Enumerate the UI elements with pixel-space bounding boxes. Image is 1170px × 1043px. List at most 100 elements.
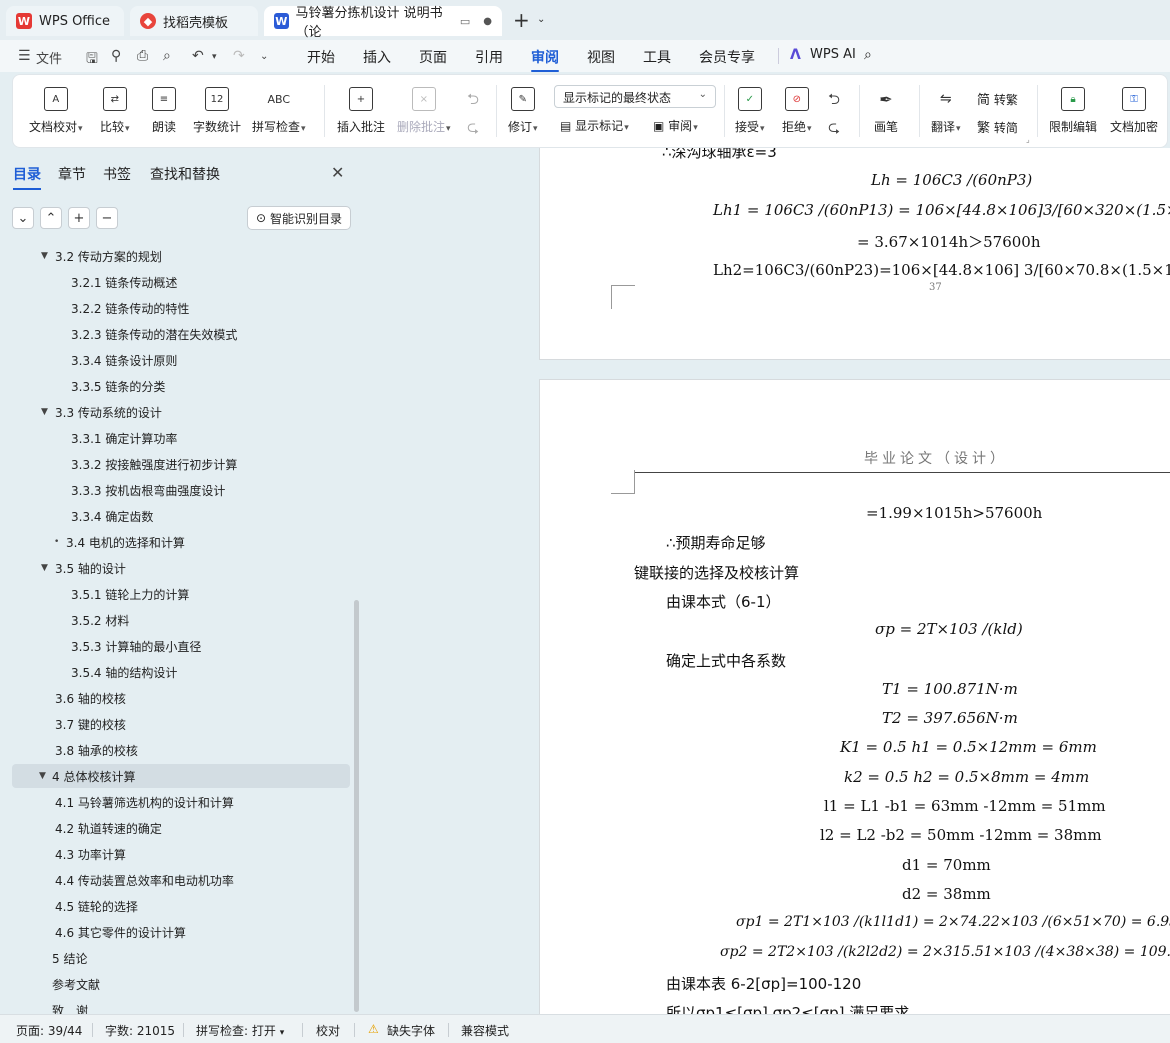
toc-item[interactable]: 3.7 键的校核 <box>12 712 350 736</box>
toc-item[interactable]: ▼ 3.3 传动系统的设计 <box>12 400 350 424</box>
toc-item[interactable]: 3.3.2 按接触强度进行初步计算 <box>12 452 350 476</box>
previous-change-icon[interactable]: ⮌ <box>828 89 840 114</box>
smart-toc-button[interactable]: ⊙ 智能识别目录 <box>247 206 351 230</box>
hamburger-icon[interactable]: ☰ <box>18 48 31 64</box>
menu-member[interactable]: 会员专享 <box>699 47 755 67</box>
translate-button[interactable]: ⇋ 翻译▾ <box>931 87 961 135</box>
toc-item[interactable]: 致 谢 <box>12 998 350 1015</box>
caret-down-icon[interactable]: ▼ <box>41 407 53 417</box>
previous-comment-icon[interactable]: ⮌ <box>467 89 479 114</box>
search-icon[interactable]: ⌕ <box>864 47 872 63</box>
toc-item[interactable]: 参考文献 <box>12 972 350 996</box>
word-count-button[interactable]: 12 字数统计 <box>193 87 241 135</box>
page-indicator[interactable]: 页面: 39/44 <box>16 1022 82 1039</box>
delete-comment-button[interactable]: × 删除批注▾ <box>397 87 451 135</box>
toc-item[interactable]: ▼ 3.2 传动方案的规划 <box>12 244 350 268</box>
toc-item[interactable]: 3.3.5 链条的分类 <box>12 374 350 398</box>
toc-item[interactable]: 4.3 功率计算 <box>12 842 350 866</box>
toc-item[interactable]: 3.3.4 链条设计原则 <box>12 348 350 372</box>
toc-item[interactable]: 3.2.3 链条传动的潜在失效模式 <box>12 322 350 346</box>
more-chevron-icon[interactable]: ⌄ <box>260 51 268 62</box>
tab-docer-templates[interactable]: ◆ 找稻壳模板 <box>130 6 258 36</box>
word-count[interactable]: 字数: 21015 <box>105 1022 175 1039</box>
link-icon[interactable]: ⚲ <box>111 48 121 64</box>
remove-heading-icon[interactable]: − <box>96 207 118 229</box>
proofread-button[interactable]: A 文档校对▾ <box>29 87 83 135</box>
compare-button[interactable]: ⇄ 比较▾ <box>100 87 130 135</box>
new-tab-plus-icon[interactable]: + <box>513 8 530 32</box>
toc-item[interactable]: 3.5.4 轴的结构设计 <box>12 660 350 684</box>
menu-tools[interactable]: 工具 <box>643 47 671 67</box>
toc-item[interactable]: 3.3.4 确定齿数 <box>12 504 350 528</box>
close-icon[interactable]: ✕ <box>331 163 344 182</box>
add-heading-icon[interactable]: + <box>68 207 90 229</box>
toc-item[interactable]: 3.5.1 链轮上力的计算 <box>12 582 350 606</box>
toc-item[interactable]: • 3.4 电机的选择和计算 <box>12 530 350 554</box>
toc-scrollbar[interactable] <box>354 600 359 1012</box>
redo-icon[interactable]: ↷ <box>233 48 245 64</box>
unsaved-dot-icon[interactable]: ● <box>483 16 492 27</box>
file-menu[interactable]: 文件 <box>36 48 62 67</box>
tab-bookmarks[interactable]: 书签 <box>103 164 131 184</box>
to-simplified-button[interactable]: 繁 转简 <box>977 117 1018 136</box>
to-traditional-button[interactable]: 简 转繁 <box>977 89 1018 108</box>
toc-item[interactable]: 5 结论 <box>12 946 350 970</box>
toc-item[interactable]: 4.4 传动装置总效率和电动机功率 <box>12 868 350 892</box>
dialog-launcher-icon[interactable]: ⌟ <box>1026 135 1030 144</box>
toc-item[interactable]: 3.2.2 链条传动的特性 <box>12 296 350 320</box>
menu-insert[interactable]: 插入 <box>363 47 391 67</box>
caret-down-icon[interactable]: ▼ <box>41 251 53 261</box>
toc-item[interactable]: 3.6 轴的校核 <box>12 686 350 710</box>
tab-chapters[interactable]: 章节 <box>58 164 86 184</box>
toc-item[interactable]: 3.3.1 确定计算功率 <box>12 426 350 450</box>
collapse-up-icon[interactable]: ⌃ <box>40 207 62 229</box>
show-markup-button[interactable]: ▤ 显示标记▾ <box>560 117 629 134</box>
encrypt-document-button[interactable]: ⚿ 文档加密 <box>1110 87 1158 135</box>
toc-item[interactable]: 3.5.2 材料 <box>12 608 350 632</box>
proofread-status[interactable]: 校对 <box>316 1022 340 1039</box>
toc-item[interactable]: ▼ 3.5 轴的设计 <box>12 556 350 580</box>
review-pane-button[interactable]: ▣ 审阅▾ <box>653 117 698 134</box>
toc-item[interactable]: 4.6 其它零件的设计计算 <box>12 920 350 944</box>
tab-find-replace[interactable]: 查找和替换 <box>150 164 220 184</box>
tab-wps-office[interactable]: W WPS Office <box>6 6 124 36</box>
save-icon[interactable]: 🖫 <box>86 48 98 72</box>
toc-item[interactable]: 3.3.3 按机齿根弯曲强度设计 <box>12 478 350 502</box>
menu-home[interactable]: 开始 <box>307 47 335 67</box>
menu-page[interactable]: 页面 <box>419 47 447 67</box>
restrict-editing-button[interactable]: 🔒︎ 限制编辑 <box>1049 87 1097 135</box>
menu-review[interactable]: 审阅 <box>531 47 559 72</box>
print-preview-icon[interactable]: ⌕ <box>163 48 171 64</box>
tab-document[interactable]: W 马铃薯分拣机设计 说明书（论 ▭ ● <box>264 6 502 40</box>
expand-down-icon[interactable]: ⌄ <box>12 207 34 229</box>
accept-button[interactable]: ✓ 接受▾ <box>735 87 765 135</box>
spell-check-status[interactable]: 拼写检查: 打开 ▾ <box>196 1022 284 1039</box>
chevron-down-icon[interactable]: ⌄ <box>537 14 545 25</box>
reject-button[interactable]: ⊘ 拒绝▾ <box>782 87 812 135</box>
toc-item[interactable]: 4.1 马铃薯筛选机构的设计和计算 <box>12 790 350 814</box>
read-aloud-button[interactable]: ≡ 朗读 <box>152 87 176 135</box>
tab-toc[interactable]: 目录 <box>13 164 41 190</box>
insert-comment-button[interactable]: + 插入批注 <box>337 87 385 135</box>
markup-mode-select[interactable]: 显示标记的最终状态 ⌄ <box>554 85 716 108</box>
menu-view[interactable]: 视图 <box>587 47 615 67</box>
spell-check-button[interactable]: ABC 拼写检查▾ <box>252 87 306 135</box>
caret-down-icon[interactable]: ▼ <box>41 563 53 573</box>
menu-wps-ai[interactable]: WPS AI <box>810 47 856 62</box>
undo-dropdown-icon[interactable]: ▾ <box>212 52 217 62</box>
toc-item[interactable]: ▼ 4 总体校核计算 <box>12 764 350 788</box>
next-change-icon[interactable]: ⮎ <box>828 117 840 142</box>
print-icon[interactable]: ⎙ <box>137 48 148 64</box>
toc-item[interactable]: 3.2.1 链条传动概述 <box>12 270 350 294</box>
caret-down-icon[interactable]: ▼ <box>39 771 51 781</box>
toc-item[interactable]: 3.5.3 计算轴的最小直径 <box>12 634 350 658</box>
next-comment-icon[interactable]: ⮎ <box>467 117 479 142</box>
missing-font-status[interactable]: 缺失字体 <box>387 1022 435 1039</box>
toc-item[interactable]: 4.5 链轮的选择 <box>12 894 350 918</box>
track-changes-button[interactable]: ✎ 修订▾ <box>508 87 538 135</box>
menu-reference[interactable]: 引用 <box>475 47 503 67</box>
toc-item[interactable]: 4.2 轨道转速的确定 <box>12 816 350 840</box>
undo-icon[interactable]: ↶ <box>192 48 204 64</box>
pen-button[interactable]: ✒ 画笔 <box>874 87 898 135</box>
toc-item[interactable]: 3.8 轴承的校核 <box>12 738 350 762</box>
